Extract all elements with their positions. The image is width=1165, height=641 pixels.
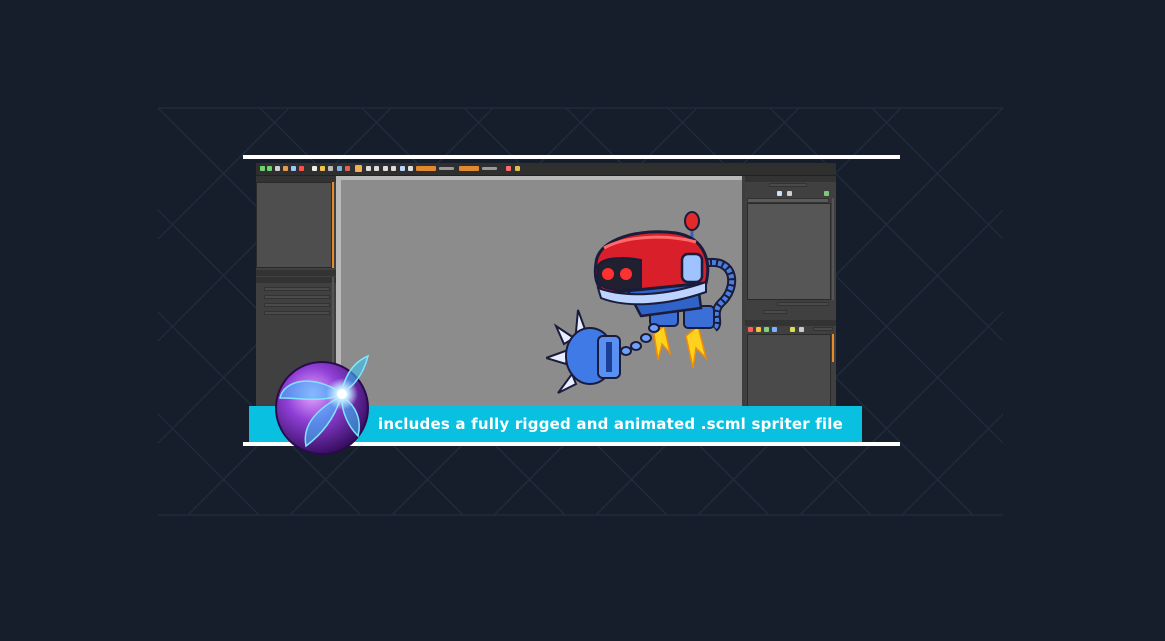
toolbar-mode[interactable] [439,167,454,170]
object-icon-5[interactable] [790,327,795,332]
snap-icon[interactable] [506,166,511,171]
fullscreen-icon[interactable] [366,166,371,171]
object-icon-3[interactable] [764,327,769,332]
palette-scrollbar[interactable] [332,182,334,268]
objects-list[interactable] [747,334,831,415]
toolbar-selected-mode[interactable] [416,166,436,171]
palette-box[interactable] [256,182,332,268]
scale-field[interactable] [264,303,330,307]
move-icon[interactable] [355,165,362,172]
butterfly-orb-icon [275,354,370,455]
screenshot-frame: includes a fully rigged and animated .sc… [243,155,900,455]
objects-header [745,320,836,326]
redo-icon[interactable] [267,166,272,171]
animation-canvas[interactable] [341,180,742,415]
save-icon[interactable] [328,166,333,171]
toolbar [256,163,836,176]
object-dropdown[interactable] [813,327,833,331]
duplicate-icon[interactable] [787,191,792,196]
right-panel [745,176,836,415]
right-panel-header [745,176,836,182]
split-icon[interactable] [391,166,396,171]
new-file-icon[interactable] [312,166,317,171]
robot-character[interactable] [546,208,746,398]
objects-scrollbar[interactable] [832,334,834,362]
expand-icon[interactable] [408,166,413,171]
playback-speed-field[interactable] [777,302,829,306]
alpha-field[interactable] [264,311,330,315]
image-icon[interactable] [337,166,342,171]
animation-scrollbar[interactable] [832,198,834,300]
entity-select[interactable] [769,183,807,187]
frame-top-border [243,155,900,159]
tile-icon[interactable] [374,166,379,171]
monitor-icon[interactable] [400,166,405,171]
undo-icon[interactable] [260,166,265,171]
object-icon-6[interactable] [799,327,804,332]
grid-icon[interactable] [383,166,388,171]
object-icon-1[interactable] [748,327,753,332]
onion-skin-icon[interactable] [515,166,520,171]
refresh-icon[interactable] [824,191,829,196]
loop-toggle[interactable] [763,310,787,314]
properties-subheader [256,277,336,283]
add-icon[interactable] [777,191,782,196]
object-icon-2[interactable] [756,327,761,332]
y-field[interactable] [264,295,330,299]
toolbar-mode-2[interactable] [482,167,497,170]
animation-list[interactable] [747,203,831,300]
copy-icon[interactable] [291,166,296,171]
record-icon[interactable] [299,166,304,171]
caption-text: includes a fully rigged and animated .sc… [378,415,843,433]
toolbar-selected-mode-2[interactable] [459,166,479,171]
x-field[interactable] [264,287,330,291]
properties-header [256,270,336,276]
pointer-icon[interactable] [275,166,280,171]
object-icon-4[interactable] [772,327,777,332]
open-file-icon[interactable] [320,166,325,171]
export-icon[interactable] [345,166,350,171]
brush-icon[interactable] [283,166,288,171]
